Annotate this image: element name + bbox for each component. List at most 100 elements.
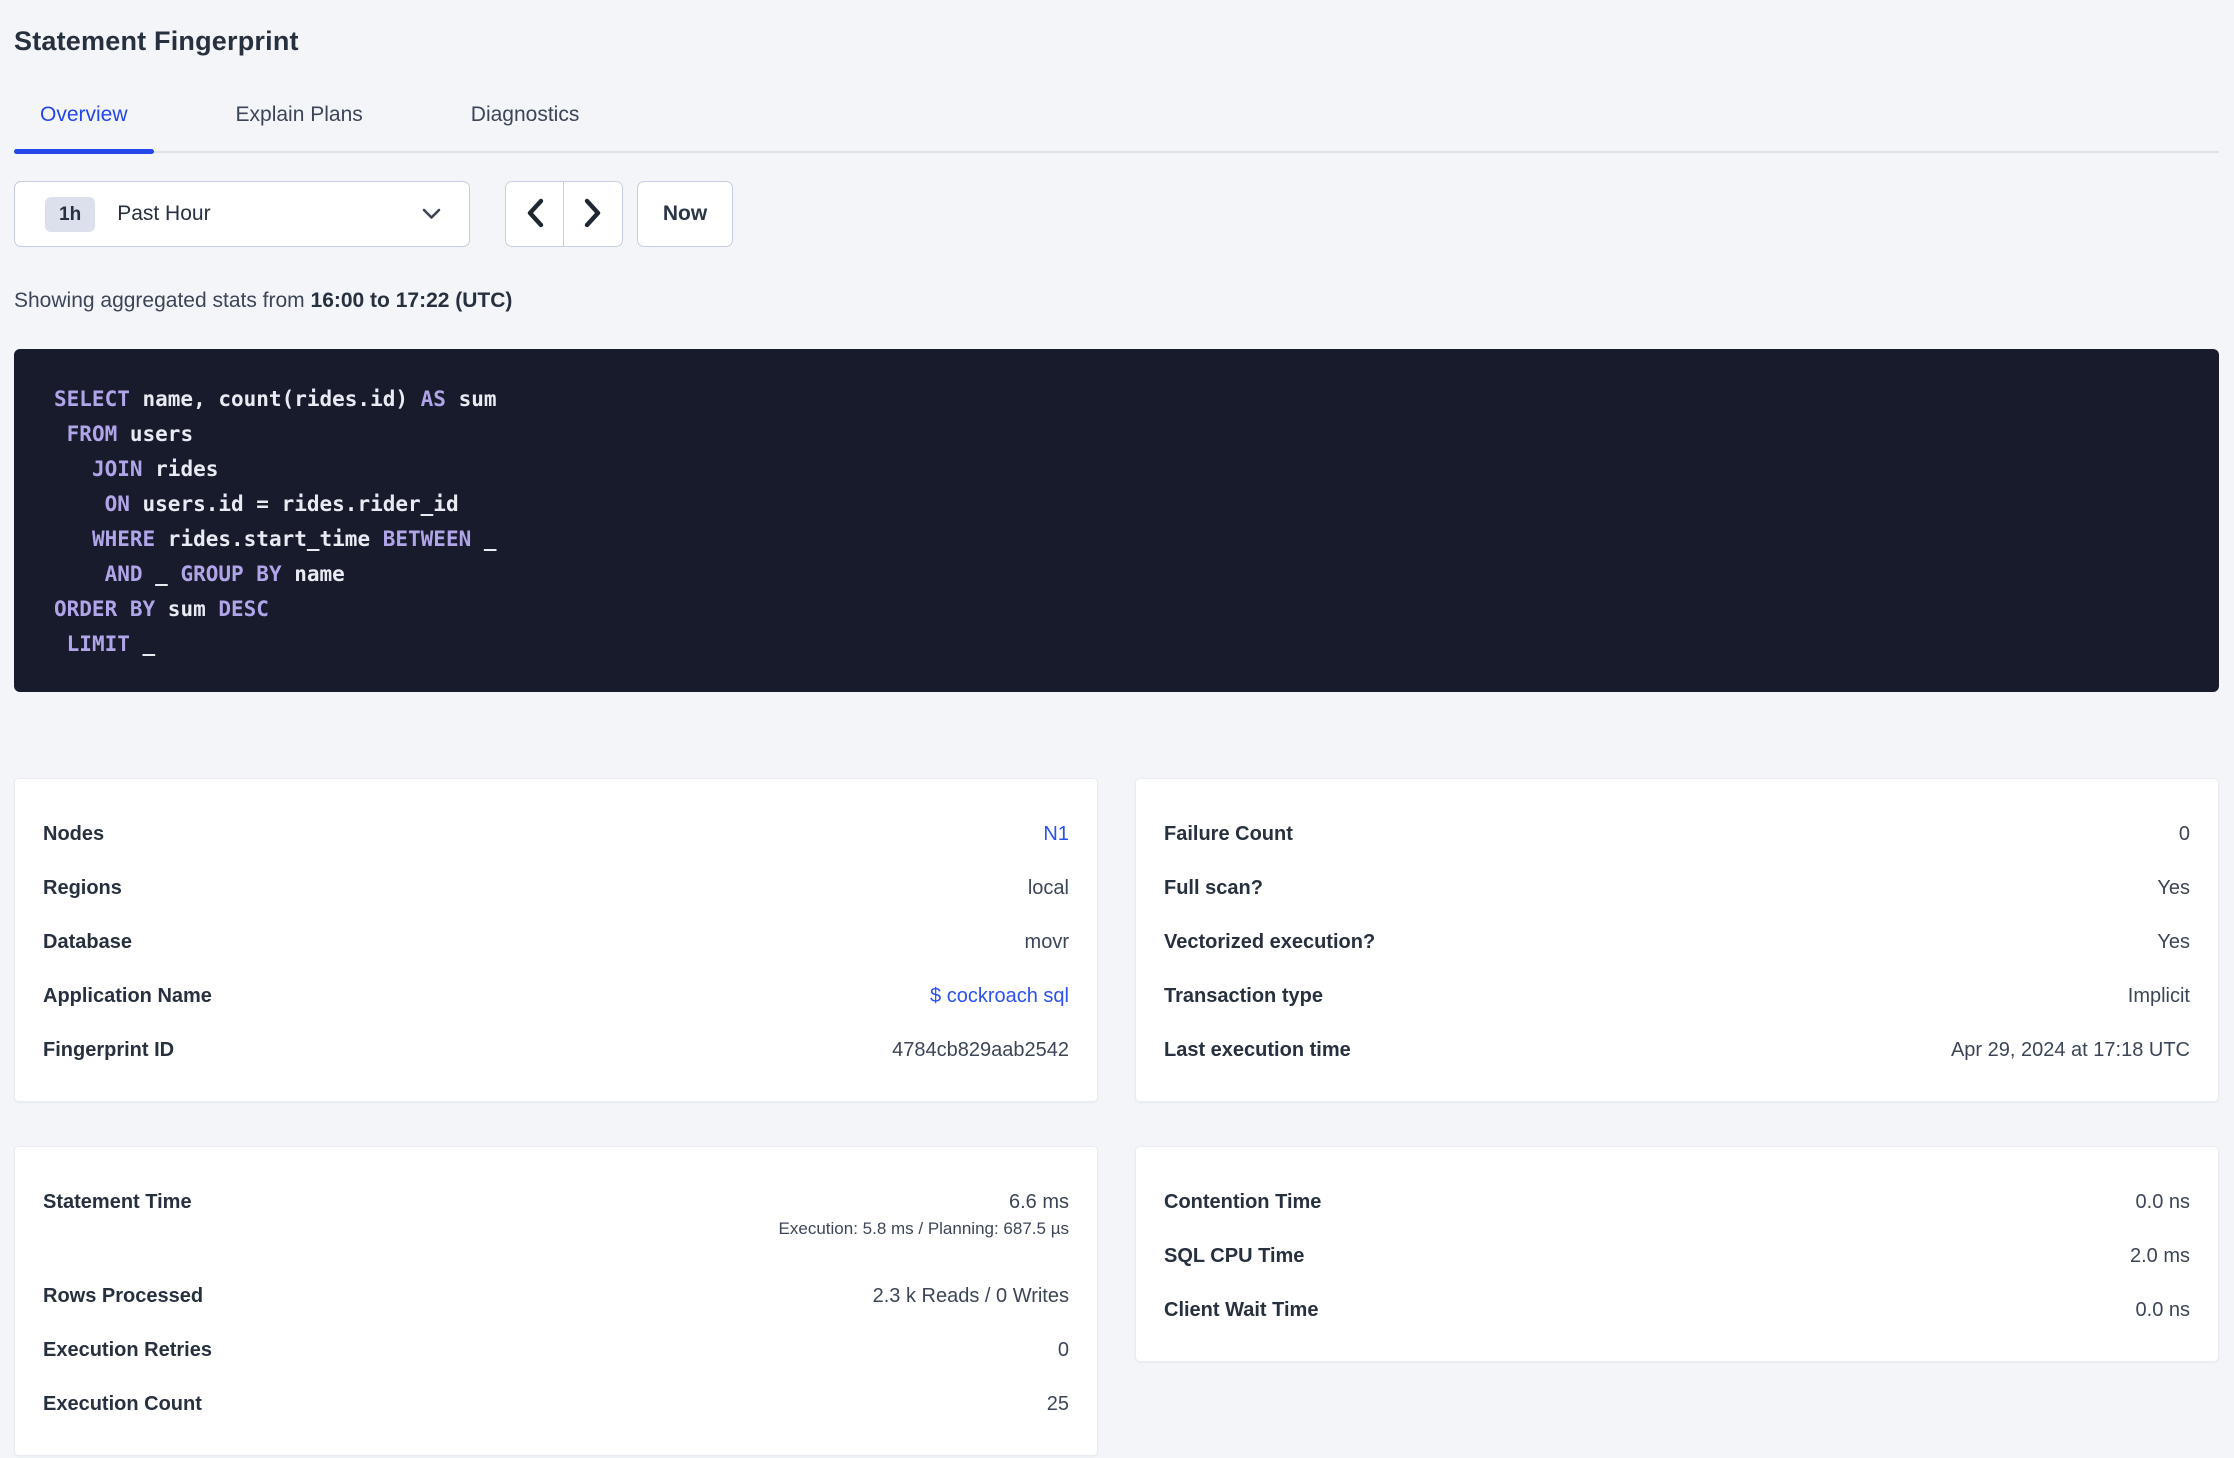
row-value-wrap: N1 <box>1043 820 1069 848</box>
next-interval-button[interactable] <box>564 182 622 246</box>
tab-bar: Overview Explain Plans Diagnostics <box>14 88 2219 154</box>
row-label: Regions <box>43 877 122 899</box>
row-value-wrap: 2.3 k Reads / 0 Writes <box>873 1282 1069 1310</box>
card-row: Statement Time 6.6 ms Execution: 5.8 ms / … <box>43 1175 1069 1269</box>
card-row: Fingerprint ID 4784cb829aab2542 <box>43 1023 1069 1077</box>
row-label: Failure Count <box>1164 823 1293 845</box>
row-label: SQL CPU Time <box>1164 1245 1305 1267</box>
row-value: Yes <box>2157 931 2190 953</box>
statement-details-card: Nodes N1 Regions local Database movr Applicati… <box>14 778 1098 1102</box>
card-row: Transaction type Implicit <box>1164 969 2190 1023</box>
tab-explain-plans[interactable]: Explain Plans <box>210 88 389 151</box>
row-value: movr <box>1024 931 1069 953</box>
card-row: Rows Processed 2.3 k Reads / 0 Writes <box>43 1269 1069 1323</box>
execution-attributes-card: Failure Count 0 Full scan? Yes Vectorized ex… <box>1135 778 2219 1102</box>
row-value: 0.0 ns <box>2135 1191 2190 1213</box>
row-label: Full scan? <box>1164 877 1263 899</box>
time-nav-group <box>505 181 623 247</box>
row-value-wrap: 0.0 ns <box>2136 1296 2190 1324</box>
previous-interval-button[interactable] <box>506 182 564 246</box>
sql-line: ON users.id = rides.rider_id <box>104 492 459 516</box>
row-label: Client Wait Time <box>1164 1299 1319 1321</box>
row-label: Rows Processed <box>43 1285 204 1307</box>
row-label: Fingerprint ID <box>43 1039 175 1061</box>
chevron-left-icon <box>526 198 544 231</box>
row-value: 2.3 k Reads / 0 Writes <box>872 1285 1069 1307</box>
now-button[interactable]: Now <box>637 181 733 247</box>
sql-statement-box: SELECT name, count(rides.id) AS sum FROM… <box>14 349 2219 692</box>
card-row: Execution Retries 0 <box>43 1323 1069 1377</box>
row-label: Last execution time <box>1164 1039 1351 1061</box>
sql-line: JOIN rides <box>91 457 219 481</box>
row-label: Application Name <box>43 985 212 1007</box>
row-label: Statement Time <box>43 1191 192 1213</box>
card-row: Application Name $ cockroach sql <box>43 969 1069 1023</box>
row-value: 0.0 ns <box>2135 1299 2190 1321</box>
row-value: 4784cb829aab2542 <box>892 1039 1069 1061</box>
statement-timing-card: Statement Time 6.6 ms Execution: 5.8 ms / … <box>14 1146 1098 1456</box>
card-row: Full scan? Yes <box>1164 861 2190 915</box>
card-row: Execution Count 25 <box>43 1377 1069 1431</box>
interval-badge: 1h <box>45 196 96 232</box>
tab-overview[interactable]: Overview <box>14 88 154 154</box>
row-value: local <box>1027 877 1069 899</box>
sql-line: LIMIT _ <box>66 632 156 656</box>
row-value: Yes <box>2157 877 2190 899</box>
row-label: Vectorized execution? <box>1164 931 1376 953</box>
row-label: Nodes <box>43 823 105 845</box>
row-value: 25 <box>1046 1393 1069 1415</box>
details-cards-row: Nodes N1 Regions local Database movr Applicati… <box>14 778 2219 1102</box>
page-title: Statement Fingerprint <box>14 26 299 56</box>
row-value: 2.0 ms <box>2129 1245 2190 1267</box>
row-value-link[interactable]: $ cockroach sql <box>930 982 1069 1010</box>
row-value-wrap: movr <box>1025 928 1069 956</box>
row-value-wrap: 6.6 ms Execution: 5.8 ms / Planning: 687.… <box>779 1188 1069 1239</box>
row-label: Execution Retries <box>43 1339 212 1361</box>
row-value: Apr 29, 2024 at 17:18 UTC <box>1950 1039 2190 1061</box>
card-row: Database movr <box>43 915 1069 969</box>
row-subvalue: Execution: 5.8 ms / Planning: 687.5 µs <box>778 1219 1069 1238</box>
row-label: Transaction type <box>1164 985 1323 1007</box>
row-value-wrap: local <box>1028 874 1069 902</box>
aggregated-stats-text: Showing aggregated stats from 16:00 to 1… <box>14 289 2219 313</box>
card-row: Last execution time Apr 29, 2024 at 17:18… <box>1164 1023 2190 1077</box>
row-label: Execution Count <box>43 1393 202 1415</box>
statement-fingerprint-page: Statement Fingerprint Overview Explain Pl… <box>0 0 2234 1456</box>
row-value-wrap: $ cockroach sql <box>930 982 1069 1010</box>
sql-line: FROM users <box>66 422 194 446</box>
row-value: 0 <box>1057 1339 1069 1361</box>
sql-line: SELECT name, count(rides.id) AS sum <box>54 387 497 411</box>
row-value-wrap: 4784cb829aab2542 <box>892 1036 1069 1064</box>
time-toolbar: 1h Past Hour Now <box>14 181 2219 247</box>
sql-line: ORDER BY sum DESC <box>54 597 269 621</box>
aggregated-stats-prefix: Showing aggregated stats from <box>14 289 311 312</box>
sql-line: AND _ GROUP BY name <box>104 562 345 586</box>
chevron-right-icon <box>584 198 602 231</box>
row-value-wrap: 2.0 ms <box>2130 1242 2190 1270</box>
row-label: Contention Time <box>1164 1191 1322 1213</box>
row-value: 0 <box>2178 823 2190 845</box>
row-value: 6.6 ms <box>1008 1191 1069 1213</box>
row-value-wrap: Yes <box>2157 874 2190 902</box>
row-value-link[interactable]: N1 <box>1043 820 1069 848</box>
row-value: Implicit <box>2127 985 2190 1007</box>
row-value-wrap: Yes <box>2157 928 2190 956</box>
card-row: SQL CPU Time 2.0 ms <box>1164 1229 2190 1283</box>
interval-label: Past Hour <box>117 202 211 225</box>
aggregated-stats-range: 16:00 to 17:22 (UTC) <box>310 289 513 312</box>
chevron-down-icon <box>422 208 441 220</box>
row-value-wrap: 0 <box>2179 820 2190 848</box>
row-value-wrap: Apr 29, 2024 at 17:18 UTC <box>1951 1036 2190 1064</box>
row-value-wrap: 25 <box>1047 1390 1069 1418</box>
tab-diagnostics[interactable]: Diagnostics <box>445 88 606 151</box>
card-row: Nodes N1 <box>43 807 1069 861</box>
card-row: Vectorized execution? Yes <box>1164 915 2190 969</box>
wait-timing-card: Contention Time 0.0 ns SQL CPU Time 2.0 ms C… <box>1135 1146 2219 1362</box>
row-value-wrap: Implicit <box>2128 982 2190 1010</box>
row-label: Database <box>43 931 132 953</box>
timing-cards-row: Statement Time 6.6 ms Execution: 5.8 ms / … <box>14 1146 2219 1456</box>
row-value-wrap: 0 <box>1058 1336 1069 1364</box>
time-interval-dropdown[interactable]: 1h Past Hour <box>14 181 470 247</box>
card-row: Client Wait Time 0.0 ns <box>1164 1283 2190 1337</box>
card-row: Failure Count 0 <box>1164 807 2190 861</box>
